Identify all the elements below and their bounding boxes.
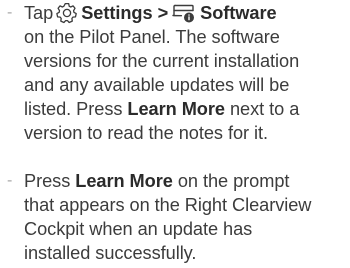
tap-text: Tap: [24, 3, 54, 23]
line-segment: next to a: [229, 99, 300, 119]
software-icon: [171, 2, 197, 24]
text-line: that appears on the Right Clearview: [24, 195, 312, 215]
line-segment: Press: [24, 171, 71, 191]
list-item: - Press Learn More on the prompt that ap…: [0, 169, 350, 265]
line-segment: on the prompt: [177, 171, 290, 191]
software-label: Software: [200, 3, 277, 23]
bullet-dash: -: [7, 4, 13, 21]
list-item: - Tap Settings > Software on the Pilot Pan…: [0, 1, 350, 145]
instruction-list: - Tap Settings > Software on the Pilot Pan…: [0, 0, 350, 265]
text-line: installed successfully.: [24, 243, 197, 263]
text-line: versions for the current installation: [24, 51, 300, 71]
gear-icon: [56, 2, 78, 24]
text-line: Cockpit when an update has: [24, 219, 253, 239]
settings-label: Settings: [81, 3, 153, 23]
separator: >: [157, 3, 169, 23]
text-line: Tap Settings > Software: [24, 1, 350, 25]
bullet-dash: -: [7, 172, 13, 189]
line-segment: listed. Press: [24, 99, 123, 119]
text-line: and any available updates will be: [24, 75, 290, 95]
learn-more-label: Learn More: [75, 171, 173, 191]
text-line: Press Learn More on the prompt: [24, 169, 350, 193]
text-line: version to read the notes for it.: [24, 123, 269, 143]
text-line: listed. Press Learn More next to a: [24, 97, 350, 121]
learn-more-label: Learn More: [127, 99, 225, 119]
text-line: on the Pilot Panel. The software: [24, 27, 280, 47]
